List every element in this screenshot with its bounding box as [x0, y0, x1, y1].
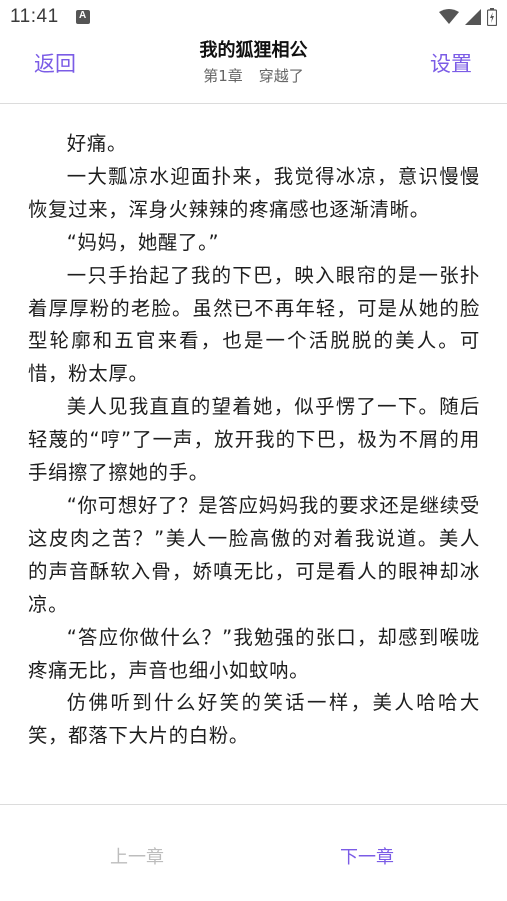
paragraph: “你可想好了？是答应妈妈我的要求还是继续受这皮肉之苦？”美人一脸高傲的对着我说道… — [28, 493, 480, 616]
chapter-title: 穿越了 — [258, 67, 304, 85]
paragraph: “答应你做什么？”我勉强的张口，却感到喉咙疼痛无比，声音也细小如蚊呐。 — [28, 625, 480, 682]
signal-icon — [465, 9, 481, 25]
status-bar: 11:41 — [0, 0, 507, 34]
chapter-navigation: 上一章 下一章 — [0, 805, 507, 901]
paragraph: “妈妈，她醒了。” — [66, 230, 220, 254]
chapter-content[interactable]: 好痛。 一大瓢凉水迎面扑来，我觉得冰凉，意识慢慢恢复过来，浑身火辣辣的疼痛感也逐… — [28, 128, 480, 804]
reader-header: 返回 我的狐狸相公 第1章 穿越了 设置 — [0, 34, 507, 104]
paragraph: 一只手抬起了我的下巴，映入眼帘的是一张扑着厚厚粉的老脸。虽然已不再年轻，可是从她… — [28, 263, 480, 386]
paragraph: 好痛。 — [66, 132, 128, 155]
status-time: 11:41 — [10, 6, 59, 27]
paragraph: 一大瓢凉水迎面扑来，我觉得冰凉，意识慢慢恢复过来，浑身火辣辣的疼痛感也逐渐清晰。 — [28, 164, 480, 221]
wifi-icon — [439, 9, 459, 24]
app-notification-icon — [76, 10, 90, 24]
battery-icon — [487, 8, 497, 26]
prev-chapter-button[interactable]: 上一章 — [110, 843, 164, 869]
chapter-number: 第1章 — [203, 67, 243, 85]
settings-button[interactable]: 设置 — [430, 48, 472, 78]
status-icons — [439, 6, 497, 28]
paragraph: 仿佛听到什么好笑的笑话一样，美人哈哈大笑，都落下大片的白粉。 — [28, 691, 480, 748]
next-chapter-button[interactable]: 下一章 — [340, 843, 394, 869]
paragraph: 美人见我直直的望着她，似乎愣了一下。随后轻蔑的“哼”了一声，放开我的下巴，极为不… — [28, 395, 480, 485]
